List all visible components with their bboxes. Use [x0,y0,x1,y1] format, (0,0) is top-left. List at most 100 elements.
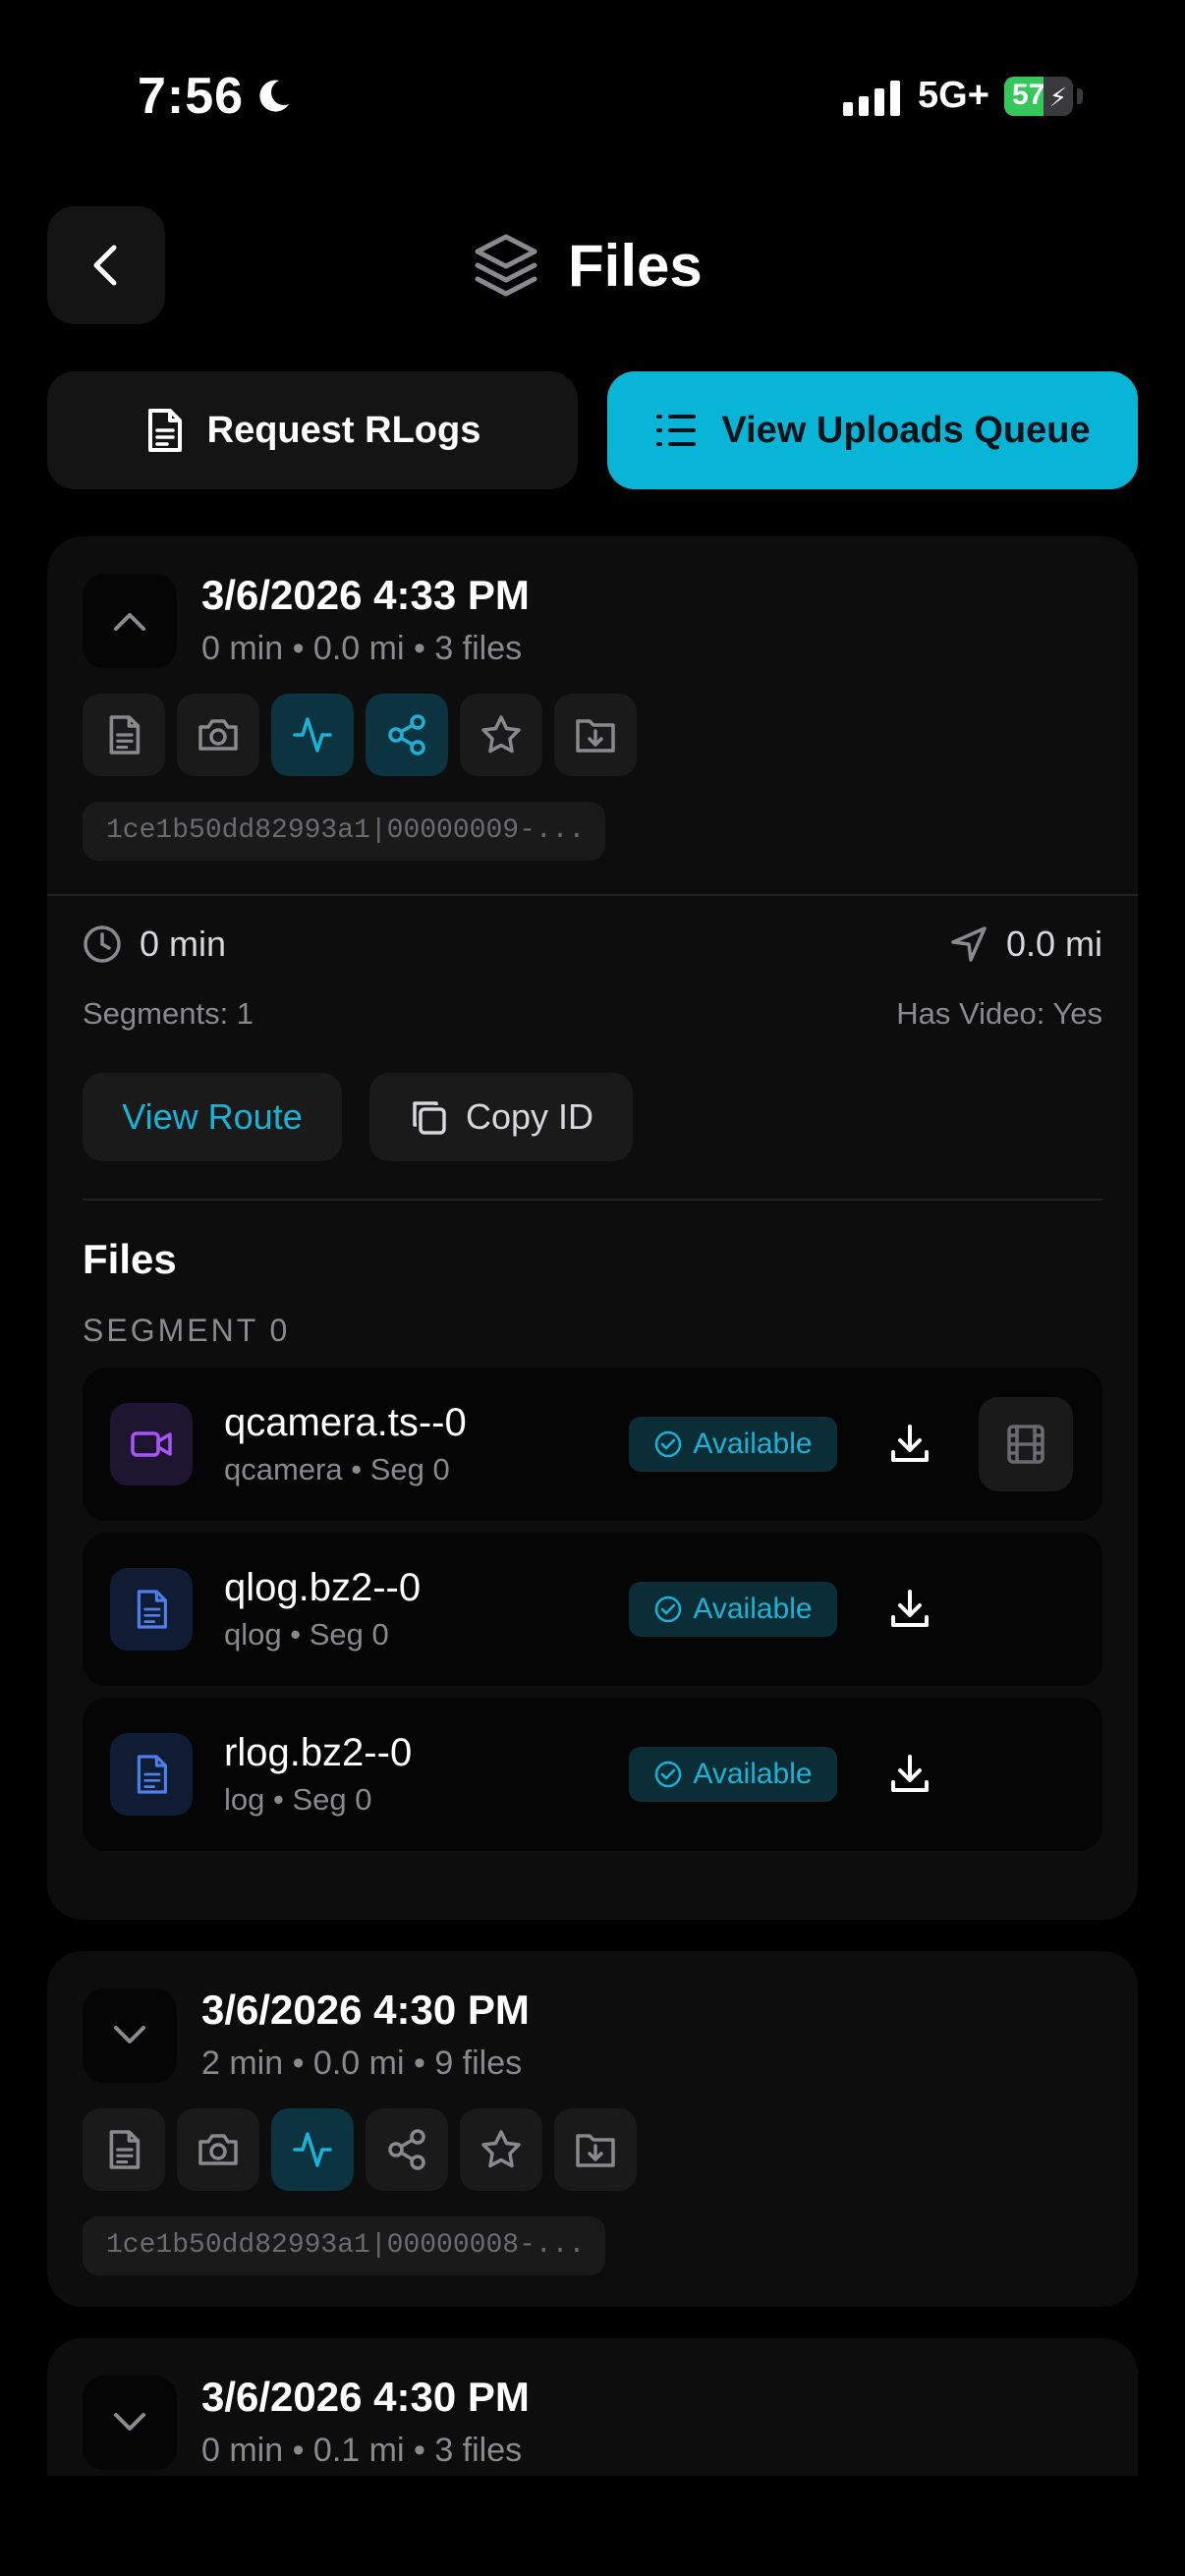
download-icon [891,1425,929,1462]
document-icon [109,715,141,755]
download-icon [891,1755,929,1792]
copy-id-button[interactable]: Copy ID [369,1073,633,1161]
charging-bolt-icon: ⚡ [1048,83,1067,112]
copy-icon [413,1101,446,1135]
star-icon [481,2130,521,2168]
clock-time: 7:56 [138,68,245,125]
file-row: qcamera.ts--0 qcamera • Seg 0 Available [83,1368,1102,1521]
view-route-button[interactable]: View Route [83,1073,342,1161]
file-subtitle: qlog • Seg 0 [224,1617,389,1652]
check-circle-icon [655,1430,682,1458]
copy-id-label: Copy ID [465,1096,594,1137]
back-button[interactable] [47,206,165,324]
route-card: 3/6/2026 4:30 PM 2 min • 0.0 mi • 9 file… [47,1951,1138,2307]
activity-icon [293,717,332,753]
route-card-header[interactable]: 3/6/2026 4:30 PM 2 min • 0.0 mi • 9 file… [47,1951,1138,2307]
favorite-toggle[interactable] [460,2108,542,2191]
clock-icon [84,925,121,963]
files-section-title: Files [83,1236,177,1282]
file-name: qcamera.ts--0 [224,1401,467,1444]
check-circle-icon [655,1596,682,1623]
chevron-left-icon [93,245,117,286]
video-icon [110,1403,193,1485]
view-uploads-queue-label: View Uploads Queue [721,409,1091,451]
document-icon [110,1733,193,1816]
view-uploads-queue-button[interactable]: View Uploads Queue [607,371,1138,489]
layers-icon [475,234,537,297]
status-text: Available [693,1428,813,1460]
document-icon [110,1568,193,1651]
route-meta: 0 min • 0.0 mi • 3 files [201,630,523,667]
segment-count: Segments: 1 [83,996,254,1031]
qlog-file-toggle[interactable] [83,2108,165,2191]
battery-percent: 57 [1012,79,1045,111]
chevron-up-icon [114,613,145,631]
route-card-header[interactable]: 3/6/2026 4:33 PM 0 min • 0.0 mi • 3 file… [47,536,1138,900]
route-file-type-icons [83,694,637,776]
route-card-header[interactable]: 3/6/2026 4:30 PM 0 min • 0.1 mi • 3 file… [47,2338,1138,2476]
share-icon [388,714,425,756]
download-button[interactable] [869,1568,951,1651]
status-badge: Available [629,1747,837,1802]
download-folder-button[interactable] [554,694,637,776]
camera-file-toggle[interactable] [177,2108,259,2191]
request-rlogs-label: Request RLogs [206,409,481,451]
status-text: Available [693,1758,813,1790]
route-date: 3/6/2026 4:30 PM [201,2374,530,2420]
share-icon [388,2129,425,2170]
battery-icon: 57 ⚡ [1004,77,1073,116]
route-card: 3/6/2026 4:30 PM 0 min • 0.1 mi • 3 file… [47,2338,1138,2476]
file-subtitle: qcamera • Seg 0 [224,1452,450,1486]
status-badge: Available [629,1417,837,1472]
route-distance: 0.0 mi [949,924,1102,965]
camera-file-toggle[interactable] [177,694,259,776]
page-header: Files [472,226,703,305]
duration-value: 0 min [140,924,227,964]
download-icon [891,1590,929,1627]
activity-icon [293,2132,332,2167]
route-meta: 0 min • 0.1 mi • 3 files [201,2432,523,2469]
favorite-toggle[interactable] [460,694,542,776]
file-row: qlog.bz2--0 qlog • Seg 0 Available [83,1533,1102,1686]
expand-button[interactable] [83,2376,177,2470]
folder-download-icon [576,2134,615,2167]
route-file-type-icons [83,2108,637,2191]
check-circle-icon [655,1761,682,1788]
page-title: Files [568,232,703,299]
expand-button[interactable] [83,1988,177,2083]
qlog-file-toggle[interactable] [83,694,165,776]
cellular-signal-icon [843,79,900,116]
file-subtitle: log • Seg 0 [224,1782,372,1817]
distance-value: 0.0 mi [1005,924,1102,964]
battery-tip [1077,88,1083,104]
status-badge: Available [629,1582,837,1637]
has-video: Has Video: Yes [896,996,1102,1031]
moon-icon [259,80,290,112]
download-button[interactable] [869,1403,951,1485]
play-video-button[interactable] [979,1397,1073,1491]
status-text: Available [693,1593,813,1625]
activity-file-toggle[interactable] [271,2108,354,2191]
camera-icon [198,719,238,751]
network-type: 5G+ [918,75,989,116]
collapse-button[interactable] [83,574,177,668]
clock: 7:56 [138,67,293,126]
chevron-down-icon [114,2413,145,2431]
file-name: rlog.bz2--0 [224,1731,413,1774]
share-toggle[interactable] [366,2108,448,2191]
route-id: 1ce1b50dd82993a1|00000008-... [83,2216,605,2275]
list-icon [656,415,697,446]
divider [83,1199,1102,1201]
file-row: rlog.bz2--0 log • Seg 0 Available [83,1698,1102,1851]
download-folder-button[interactable] [554,2108,637,2191]
share-toggle[interactable] [366,694,448,776]
folder-download-icon [576,719,615,753]
download-button[interactable] [869,1733,951,1816]
document-icon [109,2130,141,2169]
request-rlogs-button[interactable]: Request RLogs [47,371,578,489]
activity-file-toggle[interactable] [271,694,354,776]
route-duration: 0 min [83,924,226,965]
file-name: qlog.bz2--0 [224,1566,422,1609]
film-icon [1007,1425,1044,1464]
document-icon [147,409,182,452]
